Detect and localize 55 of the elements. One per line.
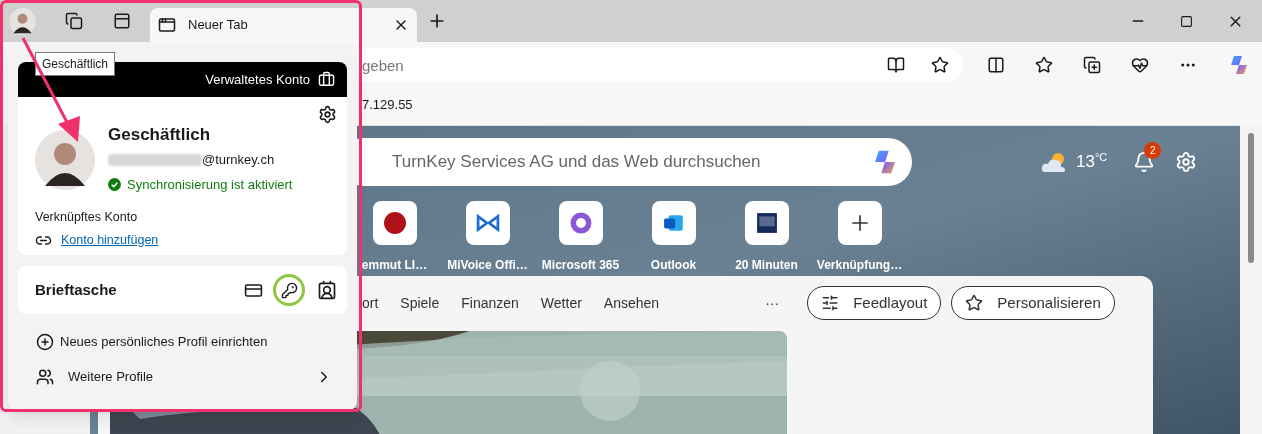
profile-action[interactable]: Weitere Profile (18, 366, 347, 388)
plus-icon (837, 201, 882, 245)
check-icon (108, 177, 121, 191)
profile-email: @turnkey.ch (202, 151, 275, 169)
star-icon (965, 294, 984, 312)
key-button[interactable] (273, 274, 305, 306)
maximize-icon[interactable] (1180, 14, 1193, 28)
quick-link[interactable]: Verknüpfung… (813, 201, 906, 274)
quick-link[interactable]: Outlook (627, 201, 720, 274)
quick-link[interactable]: MiVoice Offi… (441, 201, 534, 274)
collections-icon[interactable] (1083, 56, 1101, 74)
linked-account-label: Verknüpftes Konto (35, 209, 139, 226)
scrollbar[interactable] (1240, 125, 1262, 434)
favorites-icon[interactable] (1035, 56, 1053, 74)
more-button[interactable]: ··· (765, 292, 780, 314)
feed-button[interactable]: Personalisieren (951, 286, 1115, 320)
star-icon[interactable] (931, 56, 949, 74)
ring-logo-icon (558, 201, 603, 245)
bowtie-logo-icon (465, 201, 510, 245)
feed-button[interactable]: Feedlayout (807, 286, 942, 320)
read-aloud-icon[interactable] (887, 56, 905, 74)
add-icon (36, 333, 54, 351)
profile-avatar (9, 7, 36, 35)
feed-tab[interactable]: Wetter (540, 292, 582, 314)
profile-action[interactable]: Neues persönliches Profil einrichten (18, 331, 347, 353)
panel-icon (113, 12, 131, 30)
sync-status: Synchronisierung ist aktiviert (127, 175, 293, 194)
contact-card-icon[interactable] (317, 280, 337, 300)
people-icon (36, 368, 54, 386)
newspaper-icon (744, 201, 789, 245)
avatar (35, 130, 95, 190)
feed-tab[interactable]: Ansehen (603, 292, 660, 314)
wallet-label: Brieftasche (35, 279, 118, 300)
feed-tab[interactable]: ort (362, 292, 379, 314)
profile-name: Geschäftlich (108, 124, 212, 146)
tooltip: Geschäftlich (35, 52, 116, 76)
browser-tab[interactable]: Neuer Tab (150, 8, 417, 42)
settings-icon[interactable] (318, 105, 337, 124)
tab-title: Neuer Tab (188, 16, 249, 35)
mail-icon (651, 201, 696, 245)
add-account-link[interactable]: Konto hinzufügen (61, 230, 159, 250)
briefcase-icon (318, 71, 335, 88)
overlapping-squares-icon (65, 12, 83, 30)
window-icon (158, 16, 176, 34)
feed-tab[interactable]: Spiele (400, 292, 440, 314)
favorite-link[interactable]: 7.129.55 (362, 95, 413, 115)
quick-link[interactable]: Microsoft 365 (534, 201, 627, 274)
managed-account-label: Verwaltetes Konto (205, 70, 310, 89)
feed-tab[interactable]: Finanzen (461, 292, 519, 314)
sliders-icon (821, 294, 840, 312)
notification-badge: 2 (1144, 142, 1162, 159)
quick-link[interactable]: 20 Minuten (720, 201, 813, 274)
heart-pulse-icon[interactable] (1131, 56, 1149, 74)
split-screen-icon[interactable] (987, 56, 1005, 74)
key-icon (280, 281, 298, 299)
